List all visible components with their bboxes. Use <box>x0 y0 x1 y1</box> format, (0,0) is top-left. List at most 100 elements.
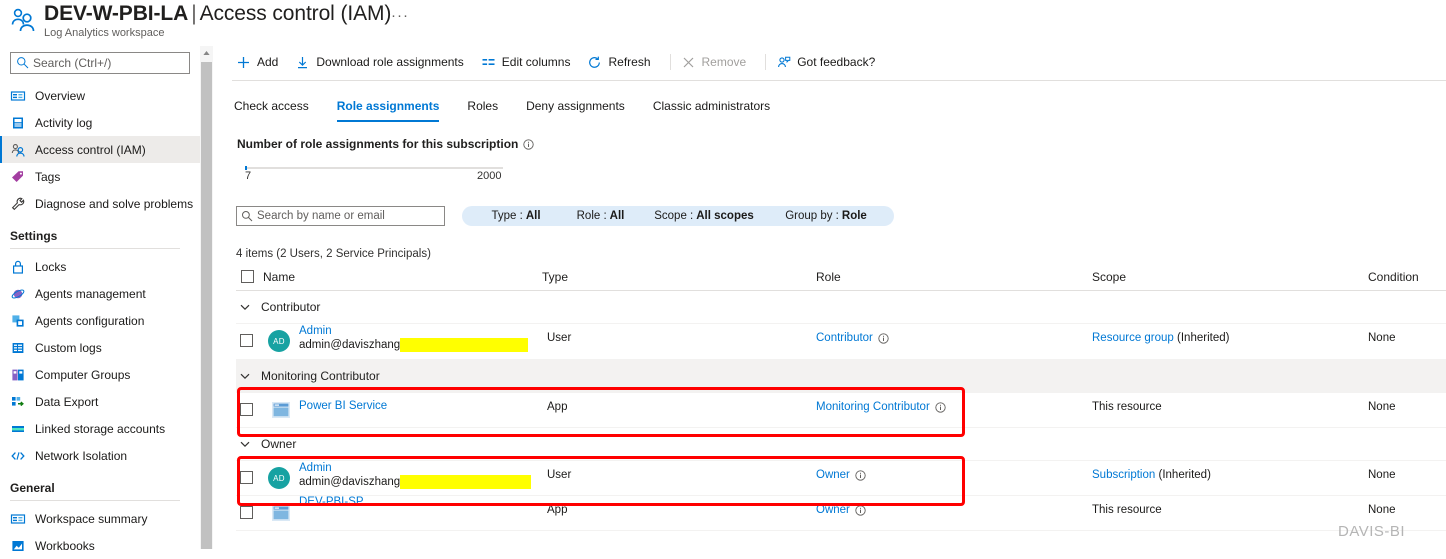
info-icon[interactable] <box>855 469 866 481</box>
sidebar-item-computer-groups[interactable]: Computer Groups <box>0 361 200 388</box>
avatar: AD <box>268 330 290 352</box>
chevron-down-icon <box>239 438 251 450</box>
close-icon <box>681 55 696 70</box>
tab-roles[interactable]: Roles <box>453 92 512 120</box>
sidebar: « Overview Activity log Access control (… <box>0 46 209 553</box>
linked-storage-icon <box>10 421 26 437</box>
workbooks-icon <box>10 538 26 554</box>
row-checkbox[interactable] <box>240 334 253 347</box>
sidebar-item-label: Network Isolation <box>35 448 128 463</box>
sidebar-item-custom-logs[interactable]: Custom logs <box>0 334 200 361</box>
edit-columns-button[interactable]: Edit columns <box>477 48 580 76</box>
remove-button[interactable]: Remove <box>677 48 756 76</box>
scope-link[interactable]: Resource group (Inherited) <box>1092 332 1229 344</box>
info-icon[interactable] <box>935 401 946 413</box>
filter-group-by-pill[interactable]: Group by : Role <box>758 206 894 226</box>
role-link[interactable]: Monitoring Contributor <box>816 401 946 413</box>
table-row[interactable]: Power BI Service App Monitoring Contribu… <box>236 393 1446 428</box>
info-icon[interactable] <box>878 332 889 344</box>
sidebar-item-workspace-summary[interactable]: Workspace summary <box>0 505 200 532</box>
row-checkbox[interactable] <box>240 506 253 519</box>
scrollbar-thumb[interactable] <box>201 62 212 549</box>
resource-type-subtitle: Log Analytics workspace <box>44 27 165 39</box>
select-all-checkbox-cell <box>241 269 254 284</box>
sidebar-item-data-export[interactable]: Data Export <box>0 388 200 415</box>
principal-name-link[interactable]: DEV-PBI-SP <box>299 496 364 508</box>
download-icon <box>295 55 310 70</box>
row-checkbox[interactable] <box>240 403 253 416</box>
filter-label: Type : <box>491 210 523 222</box>
sidebar-item-locks[interactable]: Locks <box>0 253 200 280</box>
table-row[interactable]: AD Admin admin@daviszhang User Contribut… <box>236 324 1446 360</box>
select-all-checkbox[interactable] <box>241 270 254 284</box>
sidebar-item-linked-storage-accounts[interactable]: Linked storage accounts <box>0 415 200 442</box>
role-link[interactable]: Owner <box>816 504 866 516</box>
download-role-assignments-button[interactable]: Download role assignments <box>291 48 472 76</box>
sidebar-item-access-control-iam[interactable]: Access control (IAM) <box>0 136 200 163</box>
sidebar-item-network-isolation[interactable]: Network Isolation <box>0 442 200 469</box>
got-feedback-button[interactable]: Got feedback? <box>772 48 884 76</box>
items-summary: 4 items (2 Users, 2 Service Principals) <box>236 248 431 260</box>
scope-inherited-note: (Inherited) <box>1177 332 1230 344</box>
computer-groups-icon <box>10 367 26 383</box>
table-row[interactable]: AD Admin admin@daviszhang User Owner Sub… <box>236 461 1446 496</box>
principal-email: admin@daviszhang <box>299 339 401 351</box>
info-icon[interactable] <box>855 504 866 516</box>
info-icon[interactable] <box>523 138 535 150</box>
tab-role-assignments[interactable]: Role assignments <box>323 92 454 122</box>
sidebar-item-workbooks[interactable]: Workbooks <box>0 532 200 559</box>
filter-scope-pill[interactable]: Scope : All scopes <box>630 206 778 226</box>
sidebar-item-tags[interactable]: Tags <box>0 163 200 190</box>
sidebar-item-agents-management[interactable]: Agents management <box>0 280 200 307</box>
scope-value: This resource <box>1092 401 1162 413</box>
more-options-button[interactable]: ··· <box>391 7 409 24</box>
refresh-button[interactable]: Refresh <box>583 48 659 76</box>
sidebar-scrollbar[interactable] <box>200 46 213 549</box>
refresh-label: Refresh <box>608 55 651 69</box>
command-bar-divider <box>232 80 1446 81</box>
group-header-monitoring-contributor[interactable]: Monitoring Contributor <box>236 360 1446 393</box>
scope-link[interactable]: Subscription (Inherited) <box>1092 469 1211 481</box>
role-link[interactable]: Owner <box>816 469 866 481</box>
column-header-scope[interactable]: Scope <box>1092 270 1126 284</box>
chevron-down-icon <box>239 301 251 313</box>
group-header-contributor[interactable]: Contributor <box>236 291 1446 324</box>
principal-name-link[interactable]: Power BI Service <box>299 400 387 412</box>
sidebar-item-diagnose-and-solve-problems[interactable]: Diagnose and solve problems <box>0 190 200 217</box>
users-iam-icon <box>8 4 38 34</box>
chevron-down-icon <box>239 370 251 382</box>
sidebar-item-label: Diagnose and solve problems <box>35 196 194 211</box>
sidebar-search-input[interactable] <box>10 52 190 74</box>
filter-value: All <box>609 210 625 222</box>
role-link[interactable]: Contributor <box>816 332 889 344</box>
principal-name-link[interactable]: Admin <box>299 462 332 474</box>
group-header-owner[interactable]: Owner <box>236 428 1446 461</box>
column-header-type[interactable]: Type <box>542 270 568 284</box>
search-by-name-or-email-input[interactable] <box>236 206 445 226</box>
add-button[interactable]: Add <box>232 48 287 76</box>
tab-check-access[interactable]: Check access <box>234 92 323 120</box>
table-row[interactable]: DEV-PBI-SP App Owner This resource None <box>236 496 1446 531</box>
scroll-up-arrow-icon[interactable] <box>200 46 213 60</box>
role-assignment-count-label: Number of role assignments for this subs… <box>237 137 535 151</box>
column-header-role[interactable]: Role <box>816 270 841 284</box>
sidebar-item-overview[interactable]: Overview <box>0 82 200 109</box>
tab-classic-administrators[interactable]: Classic administrators <box>639 92 784 120</box>
page-title: DEV-W-PBI-LA | Access control (IAM) <box>44 2 391 26</box>
principal-name-link[interactable]: Admin <box>299 325 332 337</box>
sidebar-item-agents-configuration[interactable]: Agents configuration <box>0 307 200 334</box>
principal-type: User <box>547 332 572 344</box>
role-label: Owner <box>816 504 850 516</box>
redaction-overlay <box>400 475 531 489</box>
add-label: Add <box>257 55 279 69</box>
agents-management-icon <box>10 286 26 302</box>
sidebar-item-label: Computer Groups <box>35 367 131 382</box>
column-header-name[interactable]: Name <box>263 270 295 284</box>
tab-deny-assignments[interactable]: Deny assignments <box>512 92 639 120</box>
column-header-condition[interactable]: Condition <box>1368 270 1419 284</box>
sidebar-item-activity-log[interactable]: Activity log <box>0 109 200 136</box>
tab-label: Role assignments <box>336 99 440 113</box>
row-checkbox[interactable] <box>240 471 253 484</box>
sidebar-search-wrapper <box>10 52 190 74</box>
app-icon <box>270 399 292 421</box>
